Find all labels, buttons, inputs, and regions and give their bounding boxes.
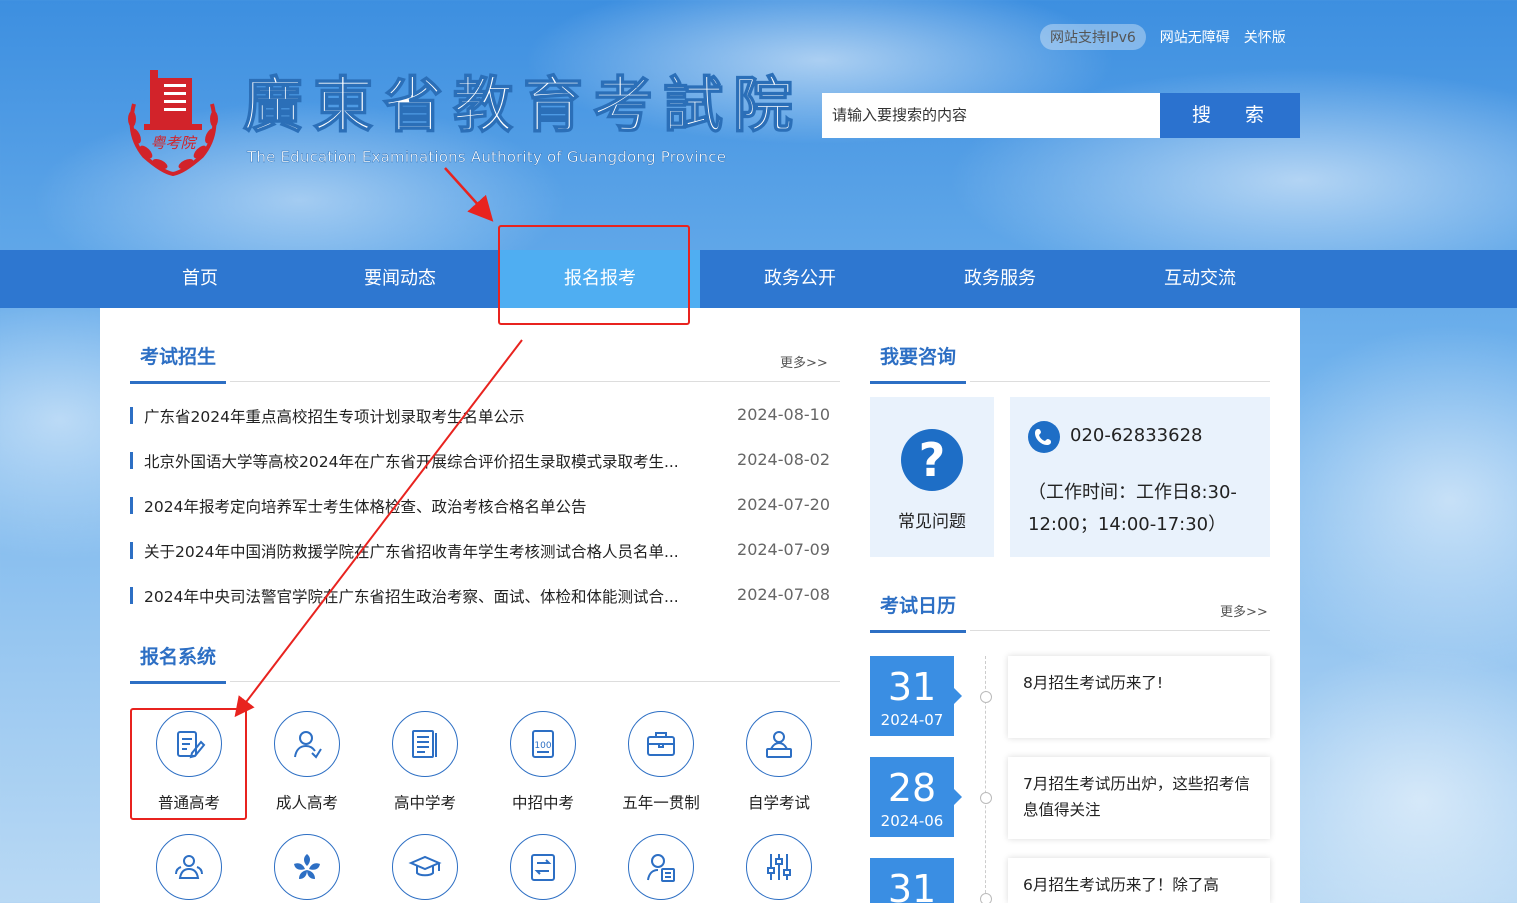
news-title[interactable]: 北京外国语大学等高校2024年在广东省开展综合评价招生录取模式录取考生... — [130, 450, 690, 472]
calendar-year-month: 2024-06 — [880, 812, 944, 830]
annotation-highlight-box — [130, 708, 247, 820]
search-input[interactable] — [822, 93, 1160, 138]
calendar-date[interactable]: 31 — [870, 858, 954, 903]
calendar-card[interactable]: 8月招生考试历来了! — [1008, 656, 1270, 738]
icon-label: 中招中考 — [511, 794, 574, 812]
icon-label: 五年一贯制 — [622, 794, 700, 812]
accessibility-link[interactable]: 网站无障碍 — [1160, 27, 1230, 47]
adult-person-icon — [274, 711, 340, 777]
bullet-bar — [130, 542, 133, 559]
news-date: 2024-07-20 — [737, 495, 830, 514]
exam-enrollment-title: 考试招生 — [130, 342, 227, 384]
zhongkao-link[interactable]: 100 中招中考 — [484, 711, 602, 813]
icon-label: 自学考试 — [747, 794, 810, 812]
calendar-date[interactable]: 28 2024-06 — [870, 757, 962, 837]
consult-title: 我要咨询 — [870, 342, 967, 384]
faq-button[interactable]: ? 常见问题 — [870, 397, 994, 557]
svg-text:100: 100 — [534, 741, 551, 751]
group-icon — [156, 834, 222, 900]
news-item[interactable]: 2024年报考定向培养军士考生体格检查、政治考核合格名单公告 2024-07-20 — [130, 495, 830, 517]
icon-label: 成人高考 — [275, 794, 338, 812]
calendar-more-link[interactable]: 更多>> — [1220, 601, 1268, 620]
system-link[interactable] — [130, 834, 248, 900]
divider — [230, 681, 840, 682]
news-title[interactable]: 广东省2024年重点高校招生专项计划录取考生名单公示 — [130, 405, 690, 427]
phone-number: 020-62833628 — [1070, 425, 1203, 446]
calendar-day: 28 — [887, 766, 937, 810]
system-link[interactable] — [720, 834, 838, 900]
calendar-date[interactable]: 31 2024-07 — [870, 656, 962, 736]
score-sheet-icon: 100 — [510, 711, 576, 777]
logo-emblem-icon[interactable]: 粤考院 — [122, 64, 224, 176]
search-button[interactable]: 搜 索 — [1160, 93, 1300, 138]
news-date: 2024-08-10 — [737, 405, 830, 424]
system-link[interactable] — [366, 834, 484, 900]
briefcase-icon — [628, 711, 694, 777]
faq-label: 常见问题 — [898, 512, 966, 532]
logo-emblem-text: 粤考院 — [150, 134, 197, 152]
timeline-dot — [980, 893, 992, 903]
timeline-dot — [980, 691, 992, 703]
calendar-day: 31 — [887, 867, 937, 903]
system-link[interactable] — [248, 834, 366, 900]
phone-icon — [1028, 421, 1060, 453]
news-date: 2024-08-02 — [737, 450, 830, 469]
bullet-bar — [130, 497, 133, 514]
contact-card: 020-62833628 （工作时间：工作日8:30-12:00；14:00-1… — [1010, 397, 1270, 557]
calendar-day: 31 — [887, 665, 937, 709]
five-year-program-link[interactable]: 五年一贯制 — [602, 711, 720, 813]
top-links: 网站支持IPv6 网站无障碍 关怀版 — [1040, 24, 1286, 50]
transfer-doc-icon — [510, 834, 576, 900]
news-date: 2024-07-08 — [737, 585, 830, 604]
exam-enrollment-more-link[interactable]: 更多>> — [780, 352, 828, 371]
timeline-dot — [980, 792, 992, 804]
divider — [230, 381, 840, 382]
adult-gaokao-link[interactable]: 成人高考 — [248, 711, 366, 813]
care-version-link[interactable]: 关怀版 — [1244, 27, 1286, 47]
icon-label: 高中学考 — [393, 794, 456, 812]
document-list-icon — [392, 711, 458, 777]
calendar-card[interactable]: 7月招生考试历出炉，这些招考信息值得关注 — [1008, 757, 1270, 839]
self-study-icon — [746, 711, 812, 777]
question-mark-icon: ? — [901, 429, 963, 491]
person-doc-icon — [628, 834, 694, 900]
annotation-highlight-box — [498, 225, 690, 325]
bullet-bar — [130, 452, 133, 469]
work-hours: （工作时间：工作日8:30-12:00；14:00-17:30） — [1028, 482, 1237, 535]
news-item[interactable]: 北京外国语大学等高校2024年在广东省开展综合评价招生录取模式录取考生... 20… — [130, 450, 830, 472]
exam-calendar-title: 考试日历 — [870, 591, 967, 633]
bullet-bar — [130, 587, 133, 604]
nav-news[interactable]: 要闻动态 — [300, 250, 500, 308]
news-item[interactable]: 广东省2024年重点高校招生专项计划录取考生名单公示 2024-08-10 — [130, 405, 830, 427]
news-title[interactable]: 关于2024年中国消防救援学院在广东省招收青年学生考核测试合格人员名单... — [130, 540, 690, 562]
site-title[interactable]: 廣東省教育考試院 — [242, 66, 803, 146]
calendar-card[interactable]: 6月招生考试历来了！除了高 — [1008, 858, 1270, 903]
site-subtitle: The Education Examinations Authority of … — [247, 148, 727, 166]
news-title[interactable]: 2024年报考定向培养军士考生体格检查、政治考核合格名单公告 — [130, 495, 690, 517]
divider — [970, 381, 1270, 382]
news-title[interactable]: 2024年中央司法警官学院在广东省招生政治考察、面试、体检和体能测试合... — [130, 585, 690, 607]
main-nav: 首页 要闻动态 报名报考 政务公开 政务服务 互动交流 — [0, 250, 1517, 308]
system-link[interactable] — [602, 834, 720, 900]
news-item[interactable]: 关于2024年中国消防救援学院在广东省招收青年学生考核测试合格人员名单... 20… — [130, 540, 830, 562]
news-item[interactable]: 2024年中央司法警官学院在广东省招生政治考察、面试、体检和体能测试合... 20… — [130, 585, 830, 607]
calendar-year-month: 2024-07 — [880, 711, 944, 729]
nav-home[interactable]: 首页 — [100, 250, 300, 308]
ipv6-badge: 网站支持IPv6 — [1040, 24, 1146, 50]
nav-government-affairs[interactable]: 政务公开 — [700, 250, 900, 308]
graduation-cap-icon — [392, 834, 458, 900]
self-study-exam-link[interactable]: 自学考试 — [720, 711, 838, 813]
bullet-bar — [130, 407, 133, 424]
nav-interaction[interactable]: 互动交流 — [1100, 250, 1300, 308]
sliders-icon — [746, 834, 812, 900]
divider — [970, 630, 1270, 631]
news-date: 2024-07-09 — [737, 540, 830, 559]
annotation-arrow — [444, 167, 494, 222]
high-school-exam-link[interactable]: 高中学考 — [366, 711, 484, 813]
bauhinia-icon — [274, 834, 340, 900]
registration-system-title: 报名系统 — [130, 642, 227, 684]
system-link[interactable] — [484, 834, 602, 900]
nav-government-services[interactable]: 政务服务 — [900, 250, 1100, 308]
